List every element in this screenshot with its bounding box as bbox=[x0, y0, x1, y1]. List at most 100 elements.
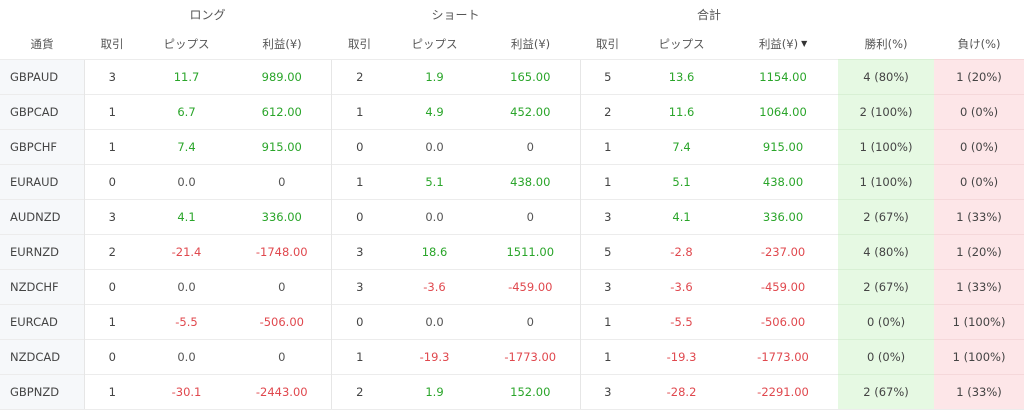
cell-symbol: GBPAUD bbox=[0, 59, 84, 95]
col-long-profit-header[interactable]: 利益(¥) bbox=[233, 28, 331, 60]
cell-loss: 1 (100%) bbox=[934, 339, 1024, 375]
cell-total-pips: -2.8 bbox=[635, 234, 729, 270]
cell-loss: 0 (0%) bbox=[934, 94, 1024, 130]
col-total-profit-label: 利益(¥) bbox=[758, 36, 799, 51]
table-row: AUDNZD 3 4.1 336.00 0 0.0 0 3 4.1 336.00 2 (67%) 1 … bbox=[0, 199, 1024, 235]
cell-short-trades: 1 bbox=[330, 94, 389, 130]
cell-total-trades: 3 bbox=[579, 374, 636, 410]
cell-symbol: GBPCHF bbox=[0, 129, 84, 165]
cell-total-pips: 13.6 bbox=[635, 59, 729, 95]
table-row: NZDCHF 0 0.0 0 3 -3.6 -459.00 3 -3.6 -459.00 2 (67… bbox=[0, 269, 1024, 305]
cell-loss: 1 (20%) bbox=[934, 234, 1024, 270]
cell-long-profit: 0 bbox=[233, 164, 332, 200]
cell-win: 4 (80%) bbox=[838, 59, 935, 95]
col-total-pips-header[interactable]: ピップス bbox=[635, 28, 728, 60]
cell-total-pips: 4.1 bbox=[635, 199, 729, 235]
cell-loss: 1 (33%) bbox=[934, 199, 1024, 235]
cell-total-profit: 915.00 bbox=[728, 129, 839, 165]
cell-total-profit: -237.00 bbox=[728, 234, 839, 270]
col-total-profit-header[interactable]: 利益(¥) ▼ bbox=[728, 28, 838, 60]
col-long-pips-header[interactable]: ピップス bbox=[140, 28, 233, 60]
cell-long-trades: 0 bbox=[83, 164, 140, 200]
cell-short-pips: 0.0 bbox=[388, 199, 482, 235]
cell-long-profit: 612.00 bbox=[233, 94, 332, 130]
cell-loss: 1 (33%) bbox=[934, 374, 1024, 410]
sort-descending-icon: ▼ bbox=[801, 38, 808, 48]
cell-short-trades: 1 bbox=[330, 164, 389, 200]
cell-symbol: NZDCAD bbox=[0, 339, 84, 375]
cell-total-trades: 3 bbox=[579, 269, 636, 305]
cell-symbol: EURCAD bbox=[0, 304, 84, 340]
table-row: EURAUD 0 0.0 0 1 5.1 438.00 1 5.1 438.00 1 (100%) 0… bbox=[0, 164, 1024, 200]
cell-win: 0 (0%) bbox=[838, 339, 935, 375]
cell-short-trades: 0 bbox=[330, 129, 389, 165]
cell-total-trades: 5 bbox=[579, 234, 636, 270]
cell-long-pips: -5.5 bbox=[140, 304, 233, 340]
cell-short-pips: 4.9 bbox=[388, 94, 482, 130]
cell-loss: 0 (0%) bbox=[934, 164, 1024, 200]
cell-short-trades: 0 bbox=[330, 304, 389, 340]
cell-total-pips: -5.5 bbox=[635, 304, 729, 340]
cell-short-trades: 2 bbox=[330, 59, 389, 95]
cell-win: 4 (80%) bbox=[838, 234, 935, 270]
col-long-trades-header[interactable]: 取引 bbox=[84, 28, 140, 60]
cell-short-profit: 165.00 bbox=[481, 59, 581, 95]
cell-long-profit: 336.00 bbox=[233, 199, 332, 235]
cell-long-trades: 2 bbox=[83, 234, 140, 270]
cell-short-profit: -459.00 bbox=[481, 269, 581, 305]
table-row: EURCAD 1 -5.5 -506.00 0 0.0 0 1 -5.5 -506.00 0 (0%… bbox=[0, 304, 1024, 340]
cell-long-pips: 11.7 bbox=[140, 59, 233, 95]
group-long-header: ロング bbox=[189, 7, 226, 22]
cell-short-profit: 1511.00 bbox=[481, 234, 581, 270]
cell-total-trades: 3 bbox=[579, 199, 636, 235]
cell-short-pips: 0.0 bbox=[388, 304, 482, 340]
cell-total-trades: 1 bbox=[579, 164, 636, 200]
cell-short-pips: 1.9 bbox=[388, 374, 482, 410]
col-total-trades-header[interactable]: 取引 bbox=[580, 28, 635, 60]
trade-stats-table: ロング ショート 合計 通貨 取引 ピップス 利益(¥) 取引 ピップス 利益(… bbox=[0, 0, 1024, 410]
col-short-profit-header[interactable]: 利益(¥) bbox=[481, 28, 580, 60]
col-short-pips-header[interactable]: ピップス bbox=[388, 28, 481, 60]
table-row: GBPNZD 1 -30.1 -2443.00 2 1.9 152.00 3 -28.2 -229… bbox=[0, 374, 1024, 410]
cell-total-pips: 5.1 bbox=[635, 164, 729, 200]
cell-win: 0 (0%) bbox=[838, 304, 935, 340]
cell-long-trades: 1 bbox=[83, 94, 140, 130]
cell-loss: 0 (0%) bbox=[934, 129, 1024, 165]
cell-total-profit: 336.00 bbox=[728, 199, 839, 235]
cell-symbol: GBPNZD bbox=[0, 374, 84, 410]
col-symbol-header[interactable]: 通貨 bbox=[0, 28, 84, 60]
cell-total-pips: -19.3 bbox=[635, 339, 729, 375]
cell-total-trades: 5 bbox=[579, 59, 636, 95]
cell-long-trades: 3 bbox=[83, 199, 140, 235]
cell-long-trades: 1 bbox=[83, 129, 140, 165]
table-row: GBPCAD 1 6.7 612.00 1 4.9 452.00 2 11.6 1064.00 2 … bbox=[0, 94, 1024, 130]
cell-symbol: NZDCHF bbox=[0, 269, 84, 305]
cell-long-pips: 4.1 bbox=[140, 199, 233, 235]
cell-short-pips: 0.0 bbox=[388, 129, 482, 165]
cell-long-pips: 0.0 bbox=[140, 164, 233, 200]
group-total-header: 合計 bbox=[697, 7, 722, 22]
col-win-header[interactable]: 勝利(%) bbox=[838, 28, 934, 60]
cell-win: 1 (100%) bbox=[838, 129, 935, 165]
cell-long-trades: 3 bbox=[83, 59, 140, 95]
cell-total-pips: -28.2 bbox=[635, 374, 729, 410]
cell-total-pips: -3.6 bbox=[635, 269, 729, 305]
cell-win: 2 (67%) bbox=[838, 199, 935, 235]
cell-loss: 1 (33%) bbox=[934, 269, 1024, 305]
cell-long-trades: 0 bbox=[83, 269, 140, 305]
cell-long-pips: -21.4 bbox=[140, 234, 233, 270]
cell-symbol: GBPCAD bbox=[0, 94, 84, 130]
group-header-row: ロング ショート 合計 bbox=[0, 0, 1024, 28]
cell-short-profit: 0 bbox=[481, 199, 581, 235]
cell-win: 2 (67%) bbox=[838, 374, 935, 410]
col-short-trades-header[interactable]: 取引 bbox=[331, 28, 388, 60]
cell-short-pips: 1.9 bbox=[388, 59, 482, 95]
group-short-header: ショート bbox=[431, 7, 480, 22]
table-row: GBPAUD 3 11.7 989.00 2 1.9 165.00 5 13.6 1154.00 4… bbox=[0, 59, 1024, 95]
col-loss-header[interactable]: 負け(%) bbox=[934, 28, 1024, 60]
cell-long-pips: 6.7 bbox=[140, 94, 233, 130]
cell-total-pips: 11.6 bbox=[635, 94, 729, 130]
cell-short-profit: 0 bbox=[481, 129, 581, 165]
cell-total-pips: 7.4 bbox=[635, 129, 729, 165]
cell-total-trades: 2 bbox=[579, 94, 636, 130]
